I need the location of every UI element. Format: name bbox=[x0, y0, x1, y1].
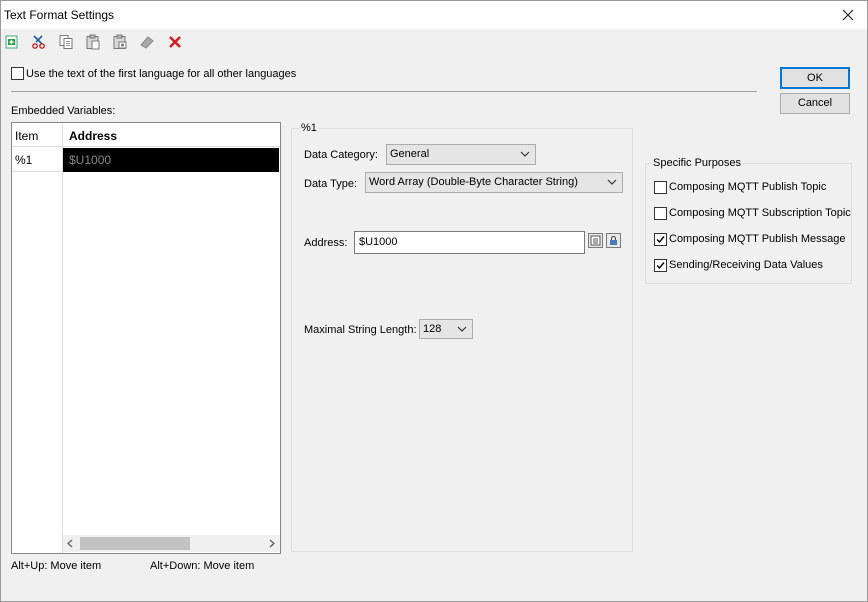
chevron-down-icon bbox=[519, 148, 531, 160]
variables-table[interactable]: Item Address %1 $U1000 bbox=[11, 122, 281, 554]
data-category-label: Data Category: bbox=[304, 149, 378, 161]
mqtt-subscription-topic-checkbox[interactable] bbox=[654, 207, 667, 220]
mqtt-publish-message-label: Composing MQTT Publish Message bbox=[669, 233, 846, 245]
cut-icon[interactable] bbox=[31, 34, 47, 50]
keypad-icon[interactable] bbox=[588, 233, 603, 248]
paste-special-icon[interactable] bbox=[112, 34, 128, 50]
scroll-left-icon[interactable] bbox=[65, 538, 75, 549]
column-header-address[interactable]: Address bbox=[63, 123, 280, 147]
eraser-icon[interactable] bbox=[139, 34, 155, 50]
use-first-language-label: Use the text of the first language for a… bbox=[26, 68, 297, 80]
text-format-settings-dialog: Text Format Settings Use the text of the… bbox=[0, 0, 868, 602]
mqtt-subscription-topic-label: Composing MQTT Subscription Topic bbox=[669, 207, 851, 219]
scrollbar-thumb[interactable] bbox=[80, 537, 190, 550]
row-item-cell: %1 bbox=[12, 148, 62, 172]
separator bbox=[11, 91, 757, 92]
mqtt-publish-message-checkbox[interactable] bbox=[654, 233, 667, 246]
data-category-select[interactable]: General bbox=[386, 144, 536, 165]
close-icon[interactable] bbox=[837, 4, 859, 26]
checkmark-icon bbox=[656, 262, 665, 270]
table-row[interactable]: %1 $U1000 bbox=[12, 148, 280, 172]
copy-icon[interactable] bbox=[58, 34, 74, 50]
row-address-cell-selected: $U1000 bbox=[63, 148, 279, 172]
checkmark-icon bbox=[656, 236, 665, 244]
max-length-label: Maximal String Length: bbox=[304, 324, 417, 336]
lock-icon[interactable] bbox=[606, 233, 621, 248]
data-values-label: Sending/Receiving Data Values bbox=[669, 259, 823, 271]
mqtt-publish-topic-label: Composing MQTT Publish Topic bbox=[669, 181, 827, 193]
use-first-language-checkbox[interactable] bbox=[11, 67, 24, 80]
horizontal-scrollbar[interactable] bbox=[63, 535, 280, 552]
embedded-variables-label: Embedded Variables: bbox=[11, 105, 116, 117]
data-type-label: Data Type: bbox=[304, 178, 357, 190]
title-bar: Text Format Settings bbox=[1, 1, 867, 29]
max-length-select[interactable]: 128 bbox=[419, 319, 473, 339]
column-header-item[interactable]: Item bbox=[12, 123, 62, 147]
group-title: %1 bbox=[299, 122, 319, 134]
chevron-down-icon bbox=[606, 176, 618, 188]
paste-icon[interactable] bbox=[85, 34, 101, 50]
mqtt-publish-topic-checkbox[interactable] bbox=[654, 181, 667, 194]
move-down-hint: Alt+Down: Move item bbox=[150, 560, 255, 572]
scroll-right-icon[interactable] bbox=[267, 538, 277, 549]
chevron-down-icon bbox=[456, 323, 468, 335]
move-up-hint: Alt+Up: Move item bbox=[11, 560, 102, 572]
address-input[interactable]: $U1000 bbox=[354, 231, 585, 254]
window-title: Text Format Settings bbox=[4, 8, 115, 22]
column-divider bbox=[62, 123, 63, 553]
cancel-button[interactable]: Cancel bbox=[780, 93, 850, 114]
ok-button[interactable]: OK bbox=[780, 67, 850, 89]
specific-purposes-title: Specific Purposes bbox=[651, 157, 744, 169]
address-label: Address: bbox=[304, 237, 348, 249]
delete-icon[interactable] bbox=[167, 34, 183, 50]
data-values-checkbox[interactable] bbox=[654, 259, 667, 272]
add-icon[interactable] bbox=[4, 34, 20, 50]
data-type-select[interactable]: Word Array (Double-Byte Character String… bbox=[365, 172, 623, 193]
